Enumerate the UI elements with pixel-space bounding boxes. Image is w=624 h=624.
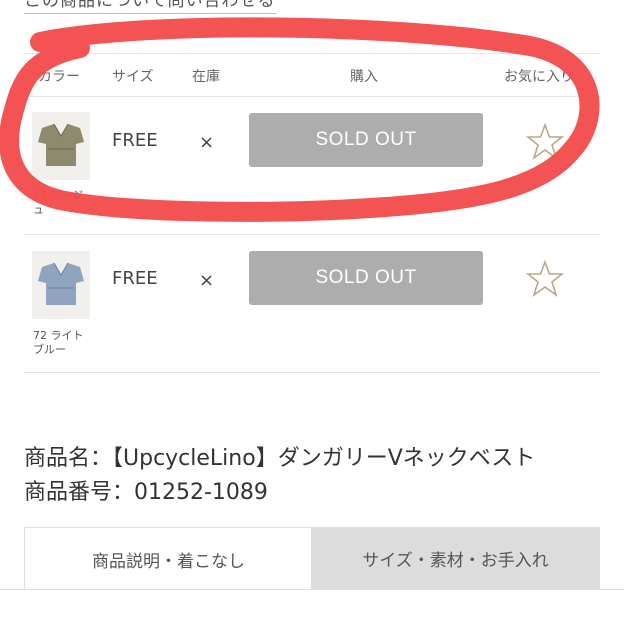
red-circle-annotation xyxy=(0,17,600,222)
